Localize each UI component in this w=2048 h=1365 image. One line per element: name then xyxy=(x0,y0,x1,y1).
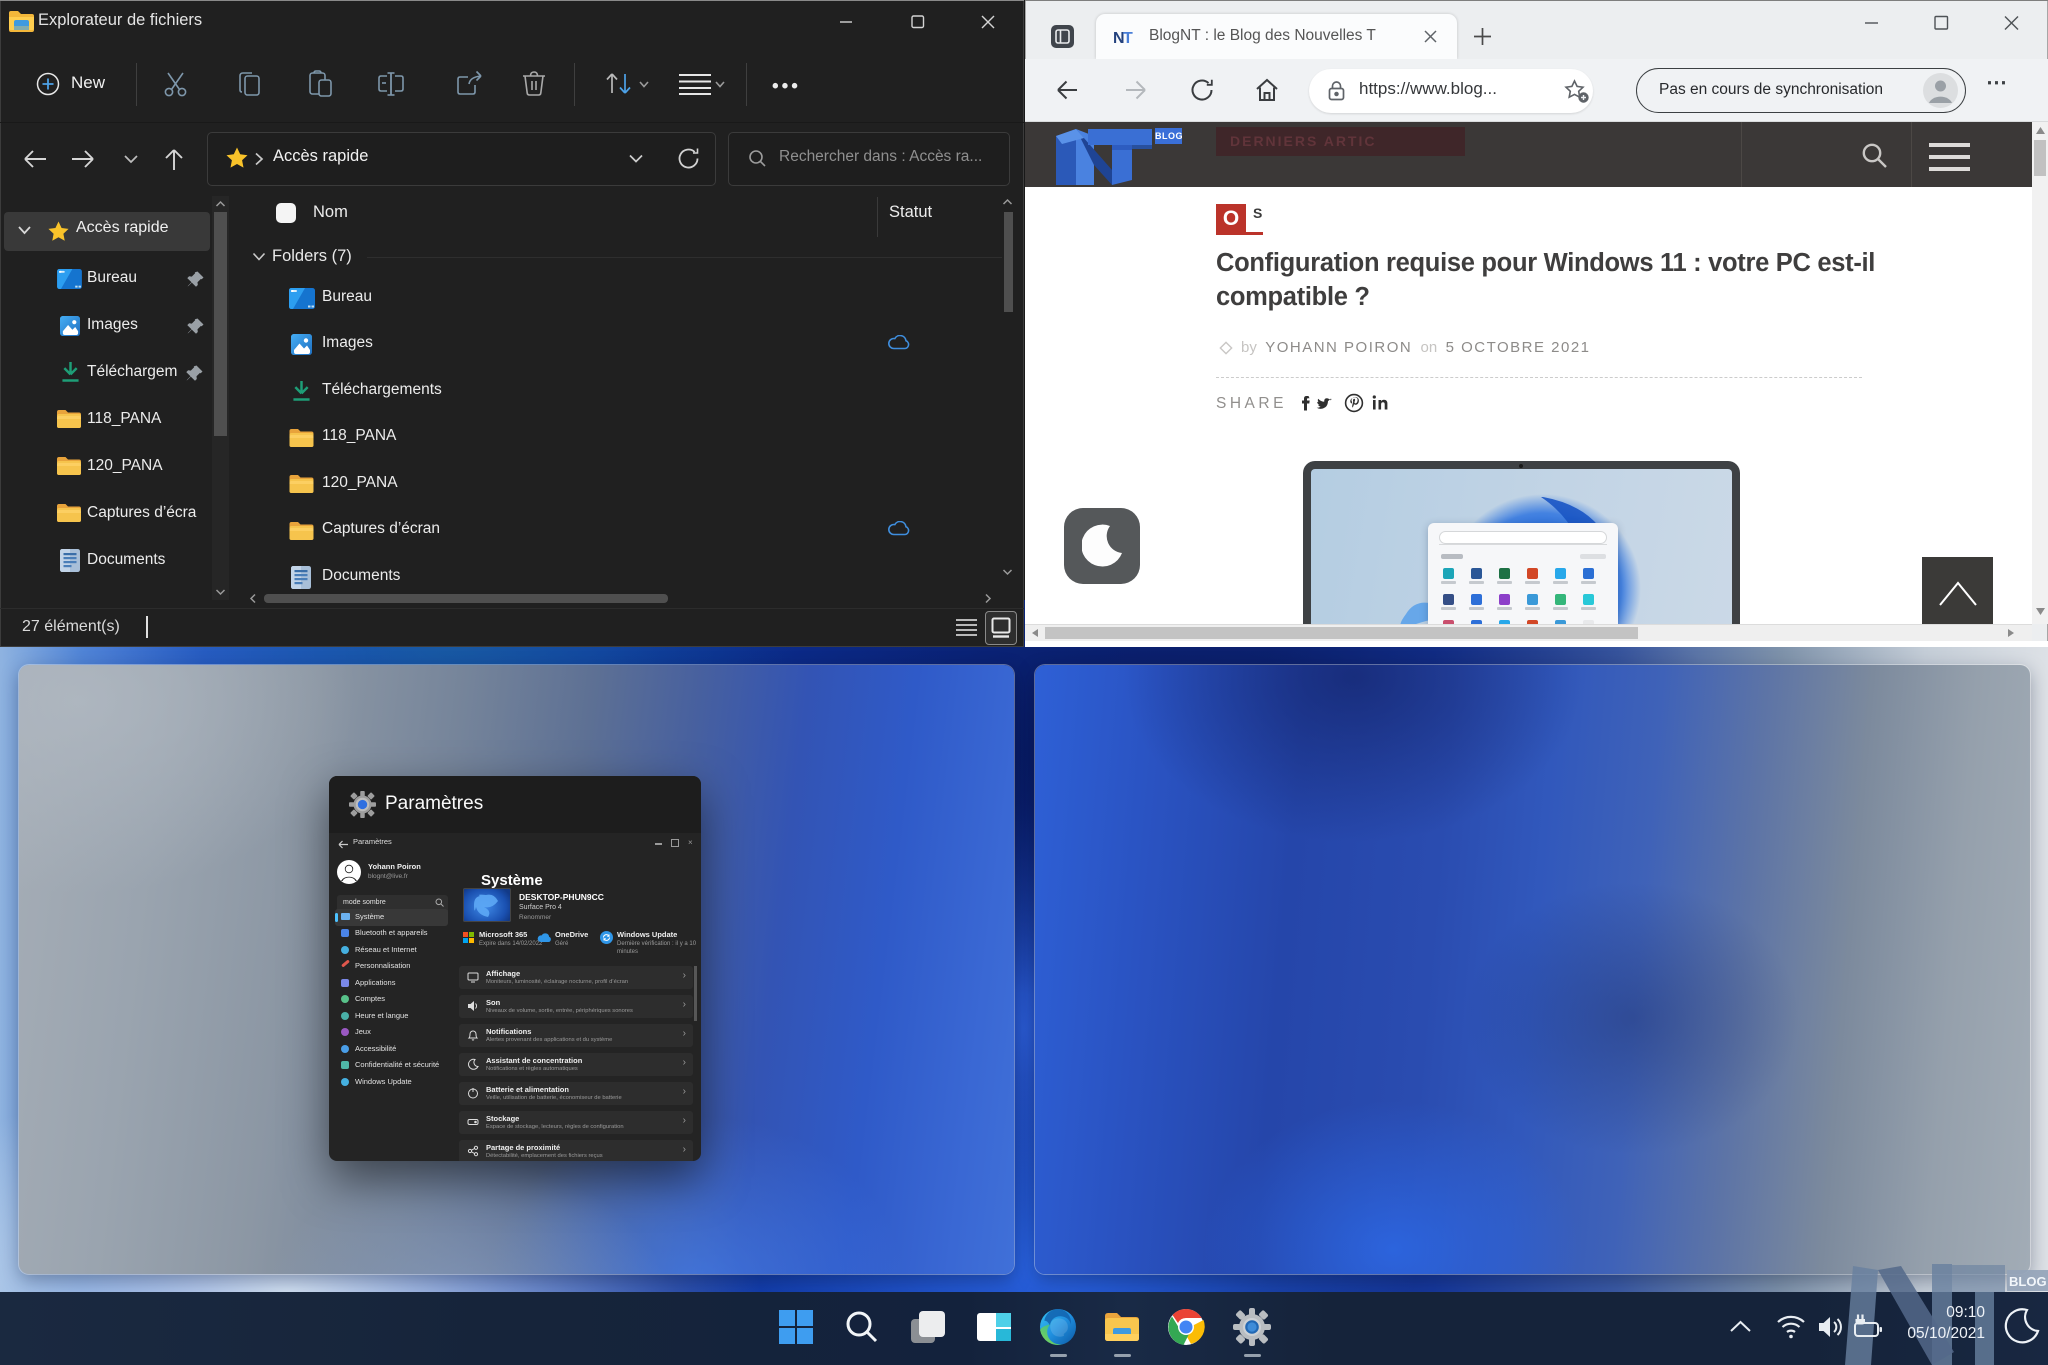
svg-text:BLOG: BLOG xyxy=(2009,1274,2047,1289)
svg-text:T: T xyxy=(1123,30,1133,47)
